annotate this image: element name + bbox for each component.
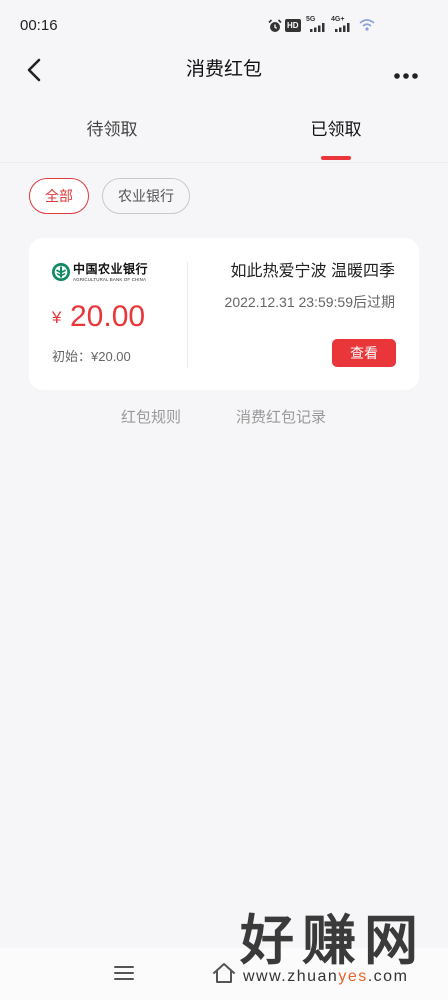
- page-title: 消费红包: [185, 59, 262, 80]
- coupon-records-link[interactable]: 消费红包记录: [221, 408, 341, 428]
- campaign-title: 如此热爱宁波 温暖四季: [230, 263, 395, 280]
- expiry-date: 2022.12.31 23:59:59后过期: [224, 294, 395, 310]
- coupon-card: 中国农业银行 AGRICULTURAL BANK OF CHINA ¥ 20.0…: [29, 238, 419, 390]
- menu-icon[interactable]: [114, 966, 134, 980]
- home-icon[interactable]: [212, 962, 236, 984]
- tab-label: 待领取: [86, 120, 138, 139]
- tab-pending[interactable]: 待领取: [62, 117, 162, 162]
- initial-amount: 初始：¥20.00: [52, 349, 131, 364]
- tabs-divider: [0, 162, 448, 163]
- watermark-url: www.zhuanyes.com: [243, 967, 408, 987]
- abc-bank-logo-icon: [52, 263, 70, 281]
- tab-received[interactable]: 已领取: [286, 117, 386, 162]
- view-button-label: 查看: [350, 345, 378, 361]
- view-button[interactable]: 查看: [332, 339, 396, 367]
- bank-name-en: AGRICULTURAL BANK OF CHINA: [73, 277, 147, 282]
- filter-chip-label: 全部: [45, 188, 73, 204]
- watermark-text: 好赚网: [240, 911, 426, 971]
- coupon-rules-link[interactable]: 红包规则: [106, 408, 196, 428]
- watermark-url-prefix: www.zhuan: [243, 968, 339, 985]
- status-time: 00:16: [20, 17, 58, 34]
- signal-5g-icon: 5G: [306, 16, 330, 34]
- hd-voice-icon: HD: [285, 19, 301, 32]
- wifi-icon: [358, 18, 376, 32]
- signal-4g-icon: 4G+: [331, 16, 355, 34]
- filter-chip-all[interactable]: 全部: [29, 178, 89, 214]
- card-divider: [187, 262, 188, 368]
- filter-chip-abc[interactable]: 农业银行: [102, 178, 190, 214]
- watermark-url-suffix: .com: [367, 968, 409, 985]
- coupon-amount: 20.00: [70, 300, 146, 333]
- more-button[interactable]: [393, 67, 419, 79]
- alarm-icon: [268, 19, 282, 33]
- more-dots-icon: [394, 73, 418, 79]
- tab-label: 已领取: [310, 120, 362, 139]
- bank-name-cn: 中国农业银行: [73, 262, 149, 276]
- watermark-url-highlight: yes: [338, 968, 368, 985]
- tab-active-indicator: [321, 156, 351, 160]
- status-bar: 00:16 HD 5G 4G+: [0, 0, 448, 44]
- currency-symbol: ¥: [52, 308, 62, 327]
- abc-bank-logo: 中国农业银行 AGRICULTURAL BANK OF CHINA: [52, 262, 152, 284]
- filter-chip-label: 农业银行: [118, 188, 174, 204]
